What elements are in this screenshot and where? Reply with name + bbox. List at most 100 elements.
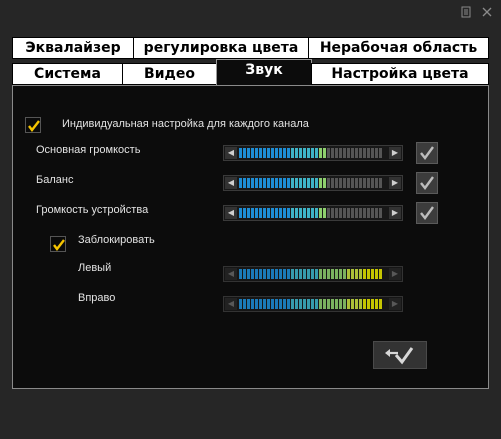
decrease-arrow-icon[interactable]: ◀ (225, 298, 237, 310)
level-segment (315, 208, 318, 218)
level-segment (379, 269, 382, 279)
level-segment (271, 208, 274, 218)
level-segment (379, 178, 382, 188)
tab-equalizer[interactable]: Эквалайзер (12, 37, 134, 59)
left-channel-slider[interactable]: ◀ ▶ (223, 266, 403, 282)
master-volume-label: Основная громкость (36, 144, 141, 156)
increase-arrow-icon[interactable]: ▶ (389, 268, 401, 280)
level-segment (295, 178, 298, 188)
level-segment (279, 178, 282, 188)
level-segment (327, 269, 330, 279)
level-segment (259, 178, 262, 188)
increase-arrow-icon[interactable]: ▶ (389, 207, 401, 219)
device-volume-slider[interactable]: ◀ ▶ (223, 205, 403, 221)
level-segment (315, 178, 318, 188)
close-icon[interactable] (480, 6, 494, 20)
decrease-arrow-icon[interactable]: ◀ (225, 177, 237, 189)
level-segment (263, 299, 266, 309)
decrease-arrow-icon[interactable]: ◀ (225, 147, 237, 159)
level-segment (287, 299, 290, 309)
level-segment (307, 299, 310, 309)
level-segment (287, 178, 290, 188)
level-segment (243, 148, 246, 158)
balance-label: Баланс (36, 174, 74, 186)
level-segment (299, 148, 302, 158)
level-segment (367, 178, 370, 188)
level-segment (267, 208, 270, 218)
balance-slider[interactable]: ◀ ▶ (223, 175, 403, 191)
level-segment (327, 148, 330, 158)
level-segment (367, 269, 370, 279)
level-segment (275, 299, 278, 309)
level-segment (363, 269, 366, 279)
increase-arrow-icon[interactable]: ▶ (389, 147, 401, 159)
level-segment (303, 178, 306, 188)
increase-arrow-icon[interactable]: ▶ (389, 298, 401, 310)
level-segment (263, 208, 266, 218)
level-segment (251, 148, 254, 158)
level-segment (307, 269, 310, 279)
level-segment (331, 299, 334, 309)
tab-color-adjust[interactable]: регулировка цвета (133, 37, 309, 59)
apply-button[interactable] (373, 341, 427, 369)
level-segment (371, 178, 374, 188)
level-segment (351, 208, 354, 218)
right-channel-slider[interactable]: ◀ ▶ (223, 296, 403, 312)
master-volume-slider[interactable]: ◀ ▶ (223, 145, 403, 161)
level-segment (355, 299, 358, 309)
per-channel-checkbox[interactable] (25, 117, 41, 133)
balance-enable-toggle[interactable] (416, 172, 438, 194)
level-segment (375, 299, 378, 309)
level-segment (251, 208, 254, 218)
level-segment (291, 148, 294, 158)
checkmark-icon (53, 239, 65, 251)
tab-system[interactable]: Система (12, 63, 123, 85)
level-segment (331, 178, 334, 188)
level-segment (375, 269, 378, 279)
device-volume-enable-toggle[interactable] (416, 202, 438, 224)
tab-color-settings[interactable]: Настройка цвета (311, 63, 489, 85)
level-segment (355, 269, 358, 279)
tab-video[interactable]: Видео (122, 63, 217, 85)
lock-checkbox[interactable] (50, 236, 66, 252)
increase-arrow-icon[interactable]: ▶ (389, 177, 401, 189)
level-segment (343, 178, 346, 188)
level-segment (283, 148, 286, 158)
level-segment (363, 148, 366, 158)
level-segment (347, 269, 350, 279)
level-segment (363, 299, 366, 309)
level-segment (267, 299, 270, 309)
level-segment (267, 269, 270, 279)
level-segment (315, 299, 318, 309)
level-segment (311, 208, 314, 218)
level-segment (239, 269, 242, 279)
level-segment (327, 178, 330, 188)
level-segment (323, 148, 326, 158)
level-segment (335, 208, 338, 218)
master-volume-enable-toggle[interactable] (416, 142, 438, 164)
level-segment (271, 299, 274, 309)
level-segment (303, 208, 306, 218)
decrease-arrow-icon[interactable]: ◀ (225, 207, 237, 219)
level-segment (339, 269, 342, 279)
level-segment (299, 269, 302, 279)
level-segment (351, 148, 354, 158)
level-segment (239, 299, 242, 309)
level-segment (251, 299, 254, 309)
decrease-arrow-icon[interactable]: ◀ (225, 268, 237, 280)
level-segment (275, 269, 278, 279)
level-segment (371, 148, 374, 158)
level-segment (255, 178, 258, 188)
tab-sound[interactable]: Звук (216, 59, 312, 85)
level-segment (295, 208, 298, 218)
tab-inactive-area[interactable]: Нерабочая область (308, 37, 489, 59)
level-segment (255, 299, 258, 309)
level-segment (247, 148, 250, 158)
level-segment (379, 208, 382, 218)
level-segment (267, 148, 270, 158)
menu-icon[interactable] (459, 6, 473, 20)
level-segment (371, 299, 374, 309)
level-segment (295, 299, 298, 309)
level-segment (335, 178, 338, 188)
level-segment (375, 178, 378, 188)
